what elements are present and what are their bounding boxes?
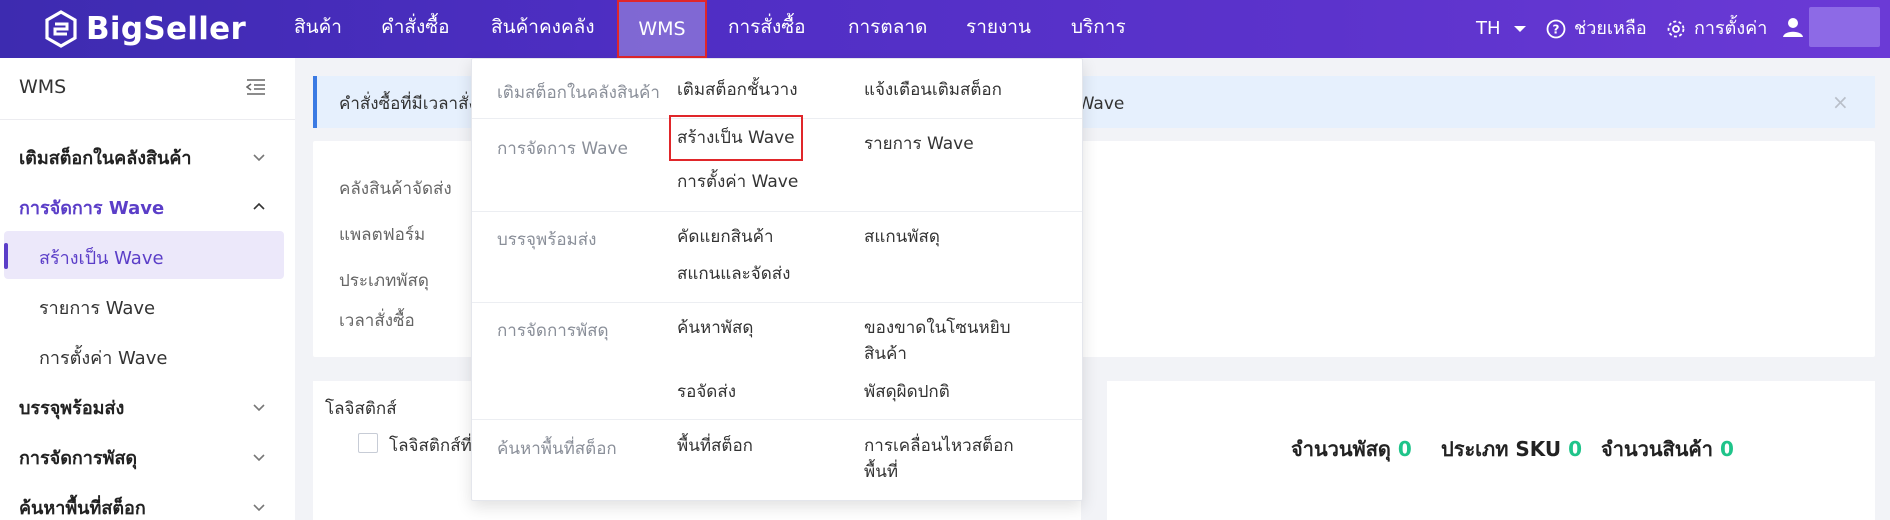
sidebar-subitem-create-wave[interactable]: สร้างเป็น Wave <box>4 231 284 279</box>
stat-value: 0 <box>1719 437 1734 461</box>
menu-group-title: บรรจุพร้อมส่ง <box>497 230 597 250</box>
sidebar-item-stock-location-search[interactable]: ค้นหาพื้นที่สต็อก <box>0 481 295 520</box>
settings-label: การตั้งค่า <box>1694 18 1768 39</box>
caret-down-icon <box>1513 26 1526 32</box>
sidebar-subitem-label: การตั้งค่า Wave <box>39 348 168 369</box>
menu-link-wave-settings[interactable]: การตั้งค่า Wave <box>677 169 798 195</box>
nav-item-services[interactable]: บริการ <box>1071 0 1126 58</box>
sidebar-item-label: การจัดการพัสดุ <box>19 448 138 469</box>
menu-divider <box>472 419 1082 420</box>
sidebar-item-label: ค้นหาพื้นที่สต็อก <box>19 498 146 519</box>
menu-link-awaiting-shipment[interactable]: รอจัดส่ง <box>677 379 736 405</box>
sidebar-item-label: การจัดการ Wave <box>19 198 165 219</box>
filter-label-order-time: เวลาสั่งซื้อ <box>339 311 415 331</box>
bigseller-logo[interactable]: BigSeller <box>44 9 246 49</box>
chevron-down-icon <box>253 504 265 512</box>
stat-label: จำนวนพัสดุ <box>1291 437 1391 461</box>
menu-link-pick-zone-shortage[interactable]: ของขาดในโซนหยิบ <box>864 315 1011 341</box>
sidebar-subitem-label: สร้างเป็น Wave <box>39 248 164 269</box>
nav-item-wms[interactable]: WMS <box>617 0 707 58</box>
menu-group-title: ค้นหาพื้นที่สต็อก <box>497 439 617 459</box>
bigseller-logo-icon <box>45 10 77 48</box>
logistics-title: โลจิสติกส์ <box>325 399 397 419</box>
user-account-menu[interactable] <box>1809 7 1880 47</box>
sidebar-item-packing[interactable]: บรรจุพร้อมส่ง <box>0 381 295 429</box>
sidebar-subitem-wave-list[interactable]: รายการ Wave <box>0 281 295 329</box>
menu-link-restock-alert[interactable]: แจ้งเตือนเติมสต็อก <box>864 77 1002 103</box>
nav-item-marketing[interactable]: การตลาด <box>848 0 927 58</box>
close-icon[interactable]: × <box>1832 90 1849 114</box>
menu-link-wave-list[interactable]: รายการ Wave <box>864 131 974 157</box>
filter-label-platform: แพลตฟอร์ม <box>339 225 426 245</box>
summary-stats-panel: จำนวนพัสดุ 0 ประเภท SKU 0 จำนวนสินค้า 0 <box>1107 381 1875 520</box>
sidebar-item-label: เติมสต็อกในคลังสินค้า <box>19 148 192 169</box>
sidebar: WMS เติมสต็อกในคลังสินค้า การจัดการ Wave… <box>0 58 295 520</box>
sidebar-item-warehouse-restock[interactable]: เติมสต็อกในคลังสินค้า <box>0 131 295 179</box>
menu-link-scan-and-ship[interactable]: สแกนและจัดส่ง <box>677 261 790 287</box>
logistics-checkbox[interactable] <box>358 433 378 453</box>
nav-item-orders[interactable]: คำสั่งซื้อ <box>381 0 450 58</box>
stat-sku-type: ประเภท SKU 0 <box>1441 433 1582 465</box>
stat-item-count: จำนวนสินค้า 0 <box>1601 433 1734 465</box>
menu-link-search-parcel[interactable]: ค้นหาพัสดุ <box>677 315 753 341</box>
menu-link-shelf-restock[interactable]: เติมสต็อกชั้นวาง <box>677 77 798 103</box>
chevron-down-icon <box>253 404 265 412</box>
nav-item-inventory[interactable]: สินค้าคงคลัง <box>491 0 595 58</box>
filter-label-parcel-type: ประเภทพัสดุ <box>339 271 429 291</box>
nav-item-reports[interactable]: รายงาน <box>966 0 1031 58</box>
menu-link-create-wave[interactable]: สร้างเป็น Wave <box>669 115 803 161</box>
menu-link-pick-zone-shortage-line2[interactable]: สินค้า <box>864 341 907 367</box>
settings-link[interactable]: การตั้งค่า <box>1666 0 1767 58</box>
chevron-down-icon <box>253 454 265 462</box>
stat-value: 0 <box>1397 437 1412 461</box>
nav-item-purchasing[interactable]: การสั่งซื้อ <box>728 0 806 58</box>
sidebar-item-wave-management[interactable]: การจัดการ Wave <box>0 181 295 229</box>
menu-link-stock-movement[interactable]: การเคลื่อนไหวสต็อก <box>864 433 1014 459</box>
chevron-down-icon <box>253 154 265 162</box>
top-navigation-bar: BigSeller สินค้า คำสั่งซื้อ สินค้าคงคลัง… <box>0 0 1890 58</box>
help-label: ช่วยเหลือ <box>1574 18 1647 39</box>
collapse-sidebar-icon[interactable] <box>246 78 266 96</box>
menu-link-scan-parcel[interactable]: สแกนพัสดุ <box>864 224 940 250</box>
stat-value: 0 <box>1568 437 1583 461</box>
menu-link-stock-movement-line2[interactable]: พื้นที่ <box>864 459 898 485</box>
logo-text: BigSeller <box>86 11 247 47</box>
stat-label: ประเภท SKU <box>1441 437 1562 461</box>
help-circle-icon: ? <box>1546 19 1566 39</box>
sidebar-header: WMS <box>0 58 295 120</box>
nav-item-products[interactable]: สินค้า <box>294 0 342 58</box>
logistics-option-label: โลจิสติกส์ที่ <box>389 436 472 456</box>
sidebar-item-parcel-management[interactable]: การจัดการพัสดุ <box>0 431 295 479</box>
sidebar-title: WMS <box>19 76 67 98</box>
menu-divider <box>472 211 1082 212</box>
stat-label: จำนวนสินค้า <box>1601 437 1714 461</box>
sidebar-item-label: บรรจุพร้อมส่ง <box>19 398 125 419</box>
stat-parcel-count: จำนวนพัสดุ 0 <box>1291 433 1412 465</box>
menu-link-abnormal-parcel[interactable]: พัสดุผิดปกติ <box>864 379 950 405</box>
menu-link-stock-location[interactable]: พื้นที่สต็อก <box>677 433 753 459</box>
language-label: TH <box>1476 18 1501 39</box>
menu-group-title: การจัดการพัสดุ <box>497 321 609 341</box>
menu-group-title: เติมสต็อกในคลังสินค้า <box>497 83 660 103</box>
menu-divider <box>472 302 1082 303</box>
language-switcher[interactable]: TH <box>1476 0 1527 58</box>
wms-dropdown-menu: เติมสต็อกในคลังสินค้า เติมสต็อกชั้นวาง แ… <box>471 58 1083 501</box>
sidebar-subitem-wave-settings[interactable]: การตั้งค่า Wave <box>0 331 295 379</box>
menu-group-title: การจัดการ Wave <box>497 139 629 159</box>
notice-text: คำสั่งซื้อที่มีเวลาสั่ง <box>339 94 477 114</box>
sidebar-subitem-label: รายการ Wave <box>39 298 156 319</box>
user-icon[interactable] <box>1782 16 1804 38</box>
gear-icon <box>1667 20 1685 38</box>
filter-label-warehouse: คลังสินค้าจัดส่ง <box>339 179 452 199</box>
chevron-up-icon <box>253 202 265 210</box>
menu-link-sort-items[interactable]: คัดแยกสินค้า <box>677 224 774 250</box>
svg-text:?: ? <box>1553 23 1560 37</box>
help-link[interactable]: ? ช่วยเหลือ <box>1546 0 1647 58</box>
